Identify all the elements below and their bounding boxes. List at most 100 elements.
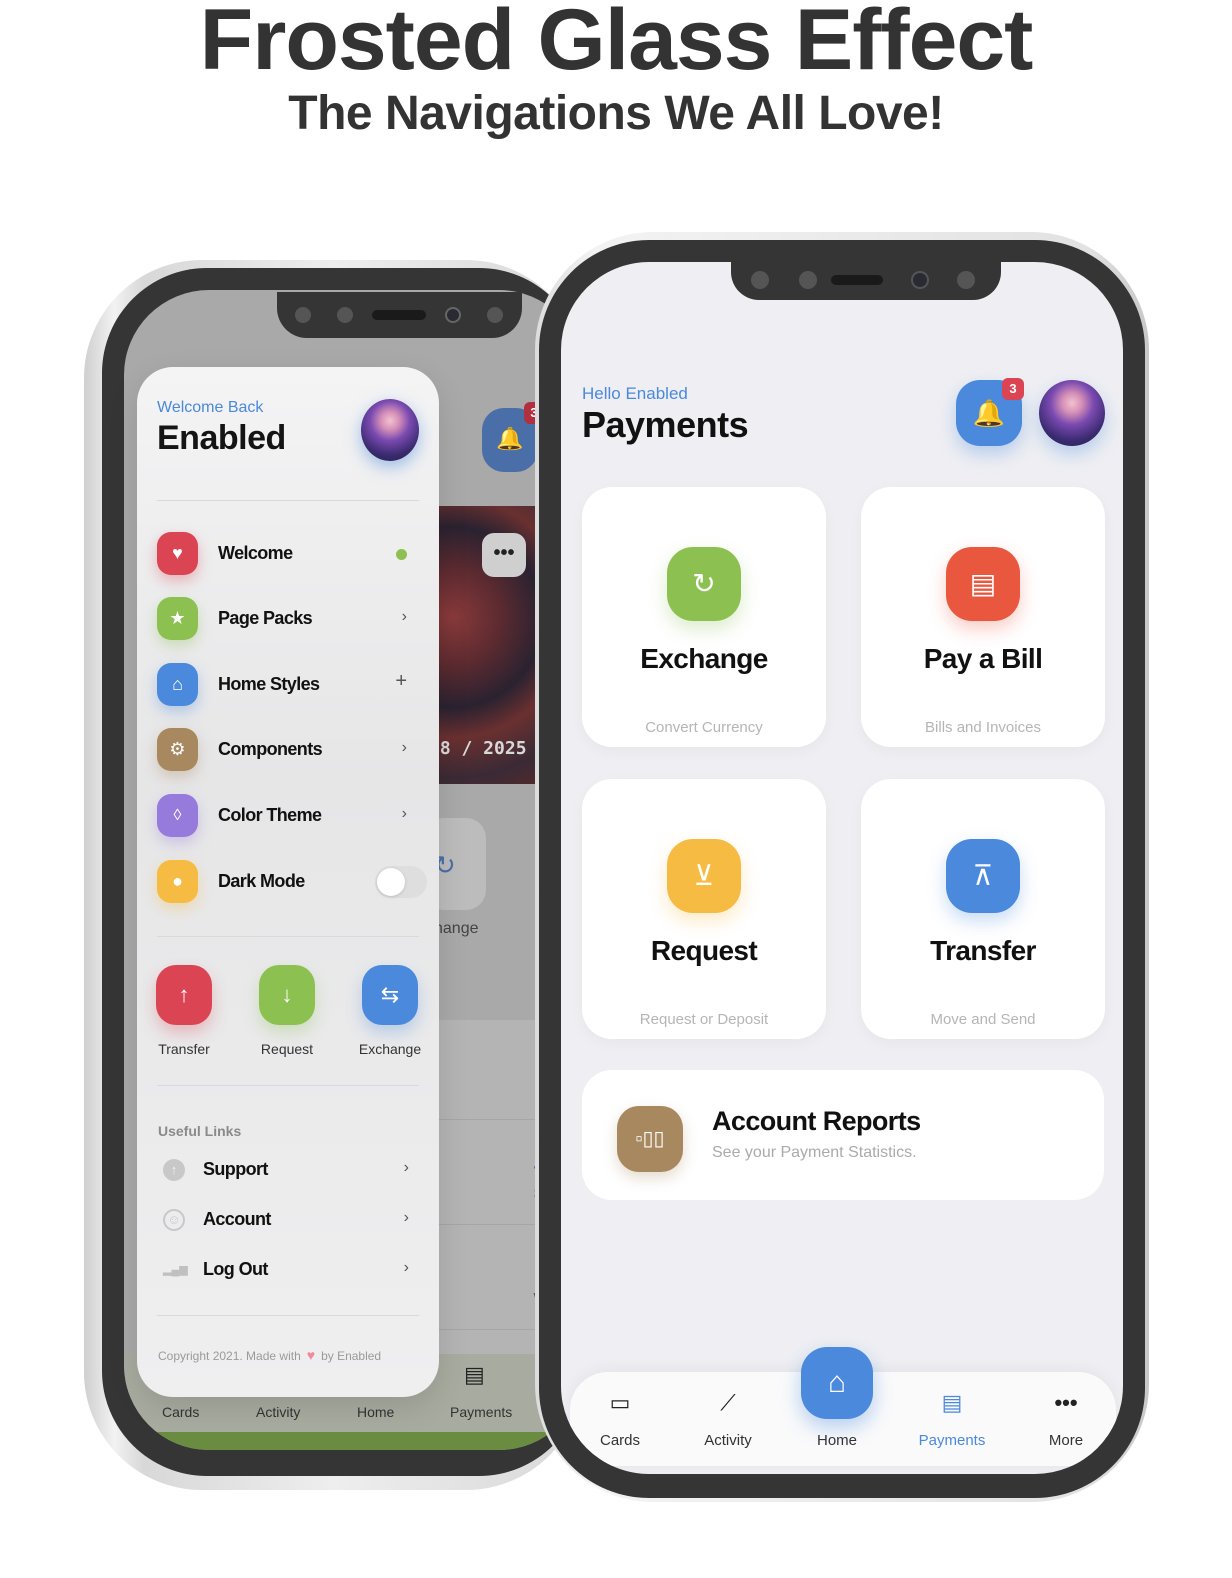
front-phone: Hello Enabled Payments 🔔 3 ↻ Exchange Co… [535, 232, 1149, 1502]
headline: Frosted Glass Effect The Navigations We … [0, 0, 1232, 144]
more-icon: ••• [493, 542, 515, 564]
menu-item-components[interactable]: ⚙ Components › [157, 728, 427, 772]
tile-subtitle: Move and Send [930, 1011, 1036, 1028]
link-label: Account [203, 1209, 271, 1229]
bar-chart-icon: ▫▯▯ [617, 1106, 683, 1172]
menu-item-label: Color Theme [218, 805, 322, 825]
card-menu-button[interactable]: ••• [482, 533, 526, 577]
copyright: Copyright 2021. Made with ♥ by Enabled [158, 1347, 381, 1363]
headline-subtitle: The Navigations We All Love! [288, 87, 944, 140]
nav-home-label[interactable]: Home [792, 1432, 882, 1449]
support-icon: ↑ [163, 1159, 185, 1181]
front-phone-screen: Hello Enabled Payments 🔔 3 ↻ Exchange Co… [561, 262, 1123, 1474]
tile-transfer[interactable]: ⊼ Transfer Move and Send [861, 779, 1105, 1039]
avatar[interactable] [361, 399, 419, 461]
link-support[interactable]: ↑ Support › [159, 1155, 419, 1185]
quick-action-transfer[interactable]: ↑ Transfer [152, 965, 216, 1057]
quick-action-exchange[interactable]: ⇆ Exchange [358, 965, 422, 1057]
front-phone-notch [731, 262, 1001, 300]
chevron-right-icon: › [403, 1209, 409, 1226]
headline-title: Frosted Glass Effect [199, 0, 1034, 88]
menu-item-color-theme[interactable]: ◊ Color Theme › [157, 794, 427, 838]
report-title: Account Reports [712, 1106, 921, 1136]
nav-activity[interactable]: ⟋ Activity [683, 1372, 773, 1466]
menu-item-welcome[interactable]: ♥ Welcome [157, 532, 427, 576]
more-icon: ••• [1054, 1390, 1078, 1415]
nav-home-button[interactable]: ⌂ [801, 1347, 873, 1419]
card-expiry: 08 / 2025 [429, 738, 527, 759]
camera-lens [911, 271, 929, 289]
sensor-dot [751, 271, 769, 289]
sensor-dot [957, 271, 975, 289]
tile-exchange[interactable]: ↻ Exchange Convert Currency [582, 487, 826, 747]
speaker-grille [372, 310, 426, 320]
speaker-grille [831, 275, 883, 285]
home-icon: ⌂ [827, 1366, 847, 1399]
chevron-right-icon: › [403, 1259, 409, 1276]
quick-action-label: Exchange [358, 1041, 422, 1057]
tile-title: Pay a Bill [923, 643, 1043, 674]
nav-more[interactable]: ••• More [1021, 1372, 1111, 1466]
home-icon: ⌂ [157, 663, 198, 706]
quick-action-label: Request [260, 1041, 314, 1057]
nav-activity[interactable]: Activity [256, 1404, 300, 1420]
menu-item-label: Components [218, 739, 323, 759]
arrow-down-circle-icon: ⊻ [667, 839, 741, 913]
copyright-prefix: Copyright 2021. Made with [158, 1349, 301, 1363]
link-account[interactable]: ☺ Account › [159, 1205, 419, 1235]
menu-item-label: Welcome [218, 543, 293, 563]
nav-home[interactable]: Home [357, 1404, 394, 1420]
link-log-out[interactable]: ▂▄▆ Log Out › [159, 1255, 419, 1285]
account-reports-card[interactable]: ▫▯▯ Account Reports See your Payment Sta… [582, 1070, 1104, 1200]
frosted-side-menu: Welcome Back Enabled ♥ Welcome ★ Page Pa… [137, 367, 439, 1397]
receipt-icon: ▤ [946, 547, 1020, 621]
copyright-suffix: by Enabled [321, 1349, 382, 1363]
chevron-right-icon: › [401, 805, 407, 822]
greeting: Hello Enabled [582, 384, 688, 403]
menu-item-page-packs[interactable]: ★ Page Packs › [157, 597, 427, 641]
nav-payments[interactable]: ▤ Payments [907, 1372, 997, 1466]
nav-label: Payments [918, 1432, 986, 1449]
chevron-right-icon: › [403, 1159, 409, 1176]
success-banner [124, 1432, 584, 1450]
link-label: Support [203, 1159, 268, 1179]
tile-title: Transfer [930, 935, 1036, 966]
droplet-icon: ◊ [157, 794, 198, 837]
tile-subtitle: Bills and Invoices [925, 719, 1041, 736]
tile-title: Exchange [640, 643, 768, 674]
arrow-down-icon: ↓ [259, 965, 315, 1025]
sensor-dot [799, 271, 817, 289]
signal-icon: ▂▄▆ [163, 1264, 188, 1276]
nav-cards[interactable]: ▭ Cards [575, 1372, 665, 1466]
menu-item-label: Dark Mode [218, 871, 305, 891]
wallet-icon: ▭ [609, 1390, 631, 1415]
dark-mode-toggle[interactable] [375, 866, 427, 898]
menu-welcome: Welcome Back [157, 399, 264, 416]
sensor-dot [337, 307, 353, 323]
tile-subtitle: Request or Deposit [639, 1011, 769, 1028]
bulb-icon: ● [157, 860, 198, 903]
sensor-dot [295, 307, 311, 323]
tile-title: Request [650, 935, 758, 966]
quick-action-request[interactable]: ↓ Request [255, 965, 319, 1057]
tile-pay-a-bill[interactable]: ▤ Pay a Bill Bills and Invoices [861, 487, 1105, 747]
quick-action-label: Transfer [158, 1041, 210, 1057]
star-icon: ★ [157, 597, 198, 640]
arrow-up-circle-icon: ⊼ [946, 839, 1020, 913]
toggle-knob [377, 868, 405, 896]
chevron-right-icon: › [401, 739, 407, 756]
bell-icon: 🔔 [496, 426, 524, 451]
back-phone-notch [277, 292, 522, 338]
chart-line-icon: ⟋ [720, 1390, 736, 1415]
gear-icon: ⚙ [157, 728, 198, 771]
nav-cards[interactable]: Cards [162, 1404, 199, 1420]
avatar[interactable] [1039, 380, 1105, 446]
menu-item-home-styles[interactable]: ⌂ Home Styles + [157, 663, 427, 707]
user-icon: ☺ [163, 1209, 185, 1231]
tile-request[interactable]: ⊻ Request Request or Deposit [582, 779, 826, 1039]
link-label: Log Out [203, 1259, 268, 1279]
divider [157, 1085, 419, 1086]
menu-item-dark-mode[interactable]: ● Dark Mode [157, 860, 427, 904]
receipt-icon: ▤ [941, 1390, 963, 1415]
nav-payments[interactable]: Payments [450, 1404, 512, 1420]
